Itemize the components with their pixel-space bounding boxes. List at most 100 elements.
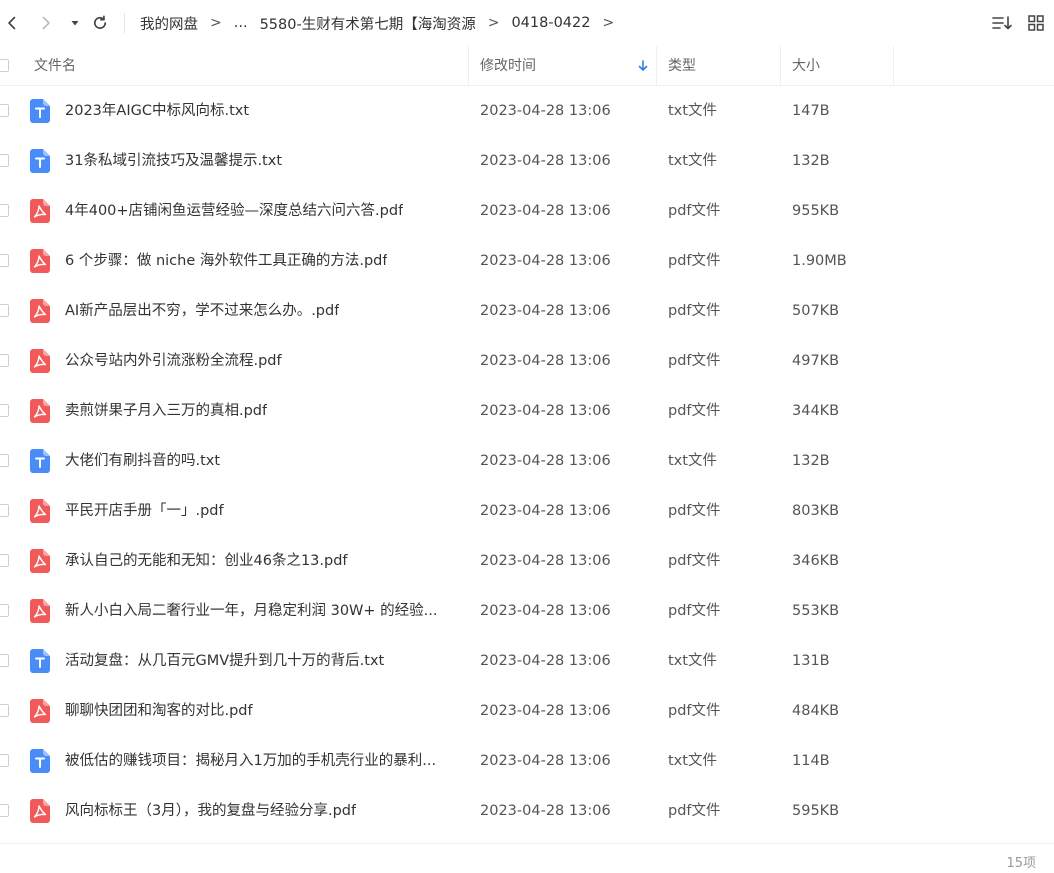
pdf-file-icon — [30, 799, 50, 823]
arrow-down-icon[interactable] — [636, 59, 650, 73]
file-name: 活动复盘：从几百元GMV提升到几十万的背后.txt — [65, 653, 385, 669]
file-size: 553KB — [792, 603, 840, 619]
file-name: 2023年AIGC中标风向标.txt — [65, 103, 250, 119]
refresh-icon[interactable] — [88, 11, 112, 35]
file-type: pdf文件 — [668, 803, 721, 819]
file-name: 大佬们有刷抖音的吗.txt — [65, 453, 221, 469]
breadcrumb-separator: > — [602, 15, 615, 31]
column-divider[interactable] — [656, 46, 657, 86]
file-row[interactable]: 风向标标王（3月），我的复盘与经验分享.pdf 2023-04-28 13:06 p… — [0, 786, 1054, 836]
file-manager-window: 我的网盘 > ... 5580-生财有术第七期【海淘资源 > 0418-0422… — [0, 0, 1054, 873]
file-row[interactable]: 31条私域引流技巧及温馨提示.txt 2023-04-28 13:06 txt文件 1… — [0, 136, 1054, 186]
file-name: 公众号站内外引流涨粉全流程.pdf — [65, 353, 282, 369]
file-size: 147B — [792, 103, 830, 119]
file-size: 803KB — [792, 503, 840, 519]
file-row[interactable]: 4年400+店铺闲鱼运营经验—深度总结六问六答.pdf 2023-04-28 13… — [0, 186, 1054, 236]
breadcrumb-separator: > — [210, 15, 222, 31]
file-type: pdf文件 — [668, 403, 721, 419]
column-header-type[interactable]: 类型 — [668, 46, 696, 86]
modified-time: 2023-04-28 13:06 — [480, 353, 611, 369]
modified-time: 2023-04-28 13:06 — [480, 303, 611, 319]
file-name: 承认自己的无能和无知：创业46条之13.pdf — [65, 553, 348, 569]
breadcrumb-item-current[interactable]: 0418-0422 — [511, 15, 590, 31]
file-size: 114B — [792, 753, 830, 769]
column-divider[interactable] — [780, 46, 781, 86]
file-size: 507KB — [792, 303, 840, 319]
modified-time: 2023-04-28 13:06 — [480, 453, 611, 469]
modified-time: 2023-04-28 13:06 — [480, 753, 611, 769]
forward-icon[interactable] — [34, 11, 58, 35]
file-row[interactable]: 2023年AIGC中标风向标.txt 2023-04-28 13:06 txt文件 1… — [0, 86, 1054, 136]
file-size: 132B — [792, 153, 830, 169]
file-type: pdf文件 — [668, 203, 721, 219]
file-row[interactable]: 聊聊快团团和淘客的对比.pdf 2023-04-28 13:06 pdf文件 484K… — [0, 686, 1054, 736]
row-checkbox[interactable] — [0, 654, 9, 667]
modified-time: 2023-04-28 13:06 — [480, 153, 611, 169]
column-divider[interactable] — [468, 46, 469, 86]
pdf-file-icon — [30, 299, 50, 323]
row-checkbox[interactable] — [0, 504, 9, 517]
file-row[interactable]: 大佬们有刷抖音的吗.txt 2023-04-28 13:06 txt文件 132B — [0, 436, 1054, 486]
row-checkbox[interactable] — [0, 704, 9, 717]
file-name: 新人小白入局二奢行业一年，月稳定利润 30W+ 的经验... — [65, 603, 438, 619]
row-checkbox[interactable] — [0, 304, 9, 317]
file-row[interactable]: AI新产品层出不穷，学不过来怎么办。.pdf 2023-04-28 13:06 pd… — [0, 286, 1054, 336]
file-row[interactable]: 6 个步骤：做 niche 海外软件工具正确的方法.pdf 2023-04-28 … — [0, 236, 1054, 286]
row-checkbox[interactable] — [0, 604, 9, 617]
row-checkbox[interactable] — [0, 204, 9, 217]
file-type: pdf文件 — [668, 353, 721, 369]
file-row[interactable]: 承认自己的无能和无知：创业46条之13.pdf 2023-04-28 13:06 p… — [0, 536, 1054, 586]
file-name: 31条私域引流技巧及温馨提示.txt — [65, 153, 283, 169]
file-size: 132B — [792, 453, 830, 469]
file-size: 1.90MB — [792, 253, 847, 269]
breadcrumb-item-parent[interactable]: 5580-生财有术第七期【海淘资源 — [260, 13, 476, 34]
back-icon[interactable] — [0, 11, 24, 35]
column-header-name[interactable]: 文件名 — [34, 46, 76, 86]
pdf-file-icon — [30, 549, 50, 573]
modified-time: 2023-04-28 13:06 — [480, 603, 611, 619]
file-name: 卖煎饼果子月入三万的真相.pdf — [65, 403, 268, 419]
breadcrumb-item-root[interactable]: 我的网盘 — [140, 13, 198, 34]
column-header-size[interactable]: 大小 — [792, 46, 820, 86]
top-navigation-bar: 我的网盘 > ... 5580-生财有术第七期【海淘资源 > 0418-0422… — [0, 0, 1054, 46]
row-checkbox[interactable] — [0, 404, 9, 417]
modified-time: 2023-04-28 13:06 — [480, 203, 611, 219]
file-list: 2023年AIGC中标风向标.txt 2023-04-28 13:06 txt文件 1… — [0, 86, 1054, 836]
file-row[interactable]: 被低估的赚钱项目：揭秘月入1万加的手机壳行业的暴利... 2023-04-28 1… — [0, 736, 1054, 786]
grid-view-icon[interactable] — [1024, 11, 1048, 35]
file-type: txt文件 — [668, 103, 717, 119]
column-header-time[interactable]: 修改时间 — [480, 46, 536, 86]
column-divider[interactable] — [893, 46, 894, 86]
select-all-checkbox[interactable] — [0, 59, 9, 72]
pdf-file-icon — [30, 349, 50, 373]
file-size: 346KB — [792, 553, 840, 569]
file-row[interactable]: 平民开店手册「一」.pdf 2023-04-28 13:06 pdf文件 803KB — [0, 486, 1054, 536]
row-checkbox[interactable] — [0, 454, 9, 467]
file-size: 344KB — [792, 403, 840, 419]
file-type: pdf文件 — [668, 503, 721, 519]
breadcrumb-item-ellipsis[interactable]: ... — [234, 15, 248, 31]
modified-time: 2023-04-28 13:06 — [480, 253, 611, 269]
row-checkbox[interactable] — [0, 104, 9, 117]
file-name: AI新产品层出不穷，学不过来怎么办。.pdf — [65, 303, 340, 319]
file-row[interactable]: 活动复盘：从几百元GMV提升到几十万的背后.txt 2023-04-28 13:0… — [0, 636, 1054, 686]
modified-time: 2023-04-28 13:06 — [480, 103, 611, 119]
row-checkbox[interactable] — [0, 554, 9, 567]
file-row[interactable]: 新人小白入局二奢行业一年，月稳定利润 30W+ 的经验... 2023-04-28… — [0, 586, 1054, 636]
file-type: txt文件 — [668, 153, 717, 169]
row-checkbox[interactable] — [0, 754, 9, 767]
pdf-file-icon — [30, 499, 50, 523]
row-checkbox[interactable] — [0, 804, 9, 817]
file-row[interactable]: 卖煎饼果子月入三万的真相.pdf 2023-04-28 13:06 pdf文件 344… — [0, 386, 1054, 436]
row-checkbox[interactable] — [0, 154, 9, 167]
file-row[interactable]: 公众号站内外引流涨粉全流程.pdf 2023-04-28 13:06 pdf文件 49… — [0, 336, 1054, 386]
row-checkbox[interactable] — [0, 254, 9, 267]
row-checkbox[interactable] — [0, 354, 9, 367]
sort-order-icon[interactable] — [990, 11, 1014, 35]
history-dropdown-icon[interactable] — [63, 11, 87, 35]
txt-file-icon — [30, 99, 50, 123]
file-type: txt文件 — [668, 753, 717, 769]
file-name: 聊聊快团团和淘客的对比.pdf — [65, 703, 253, 719]
breadcrumb-separator: > — [487, 15, 500, 31]
pdf-file-icon — [30, 199, 50, 223]
